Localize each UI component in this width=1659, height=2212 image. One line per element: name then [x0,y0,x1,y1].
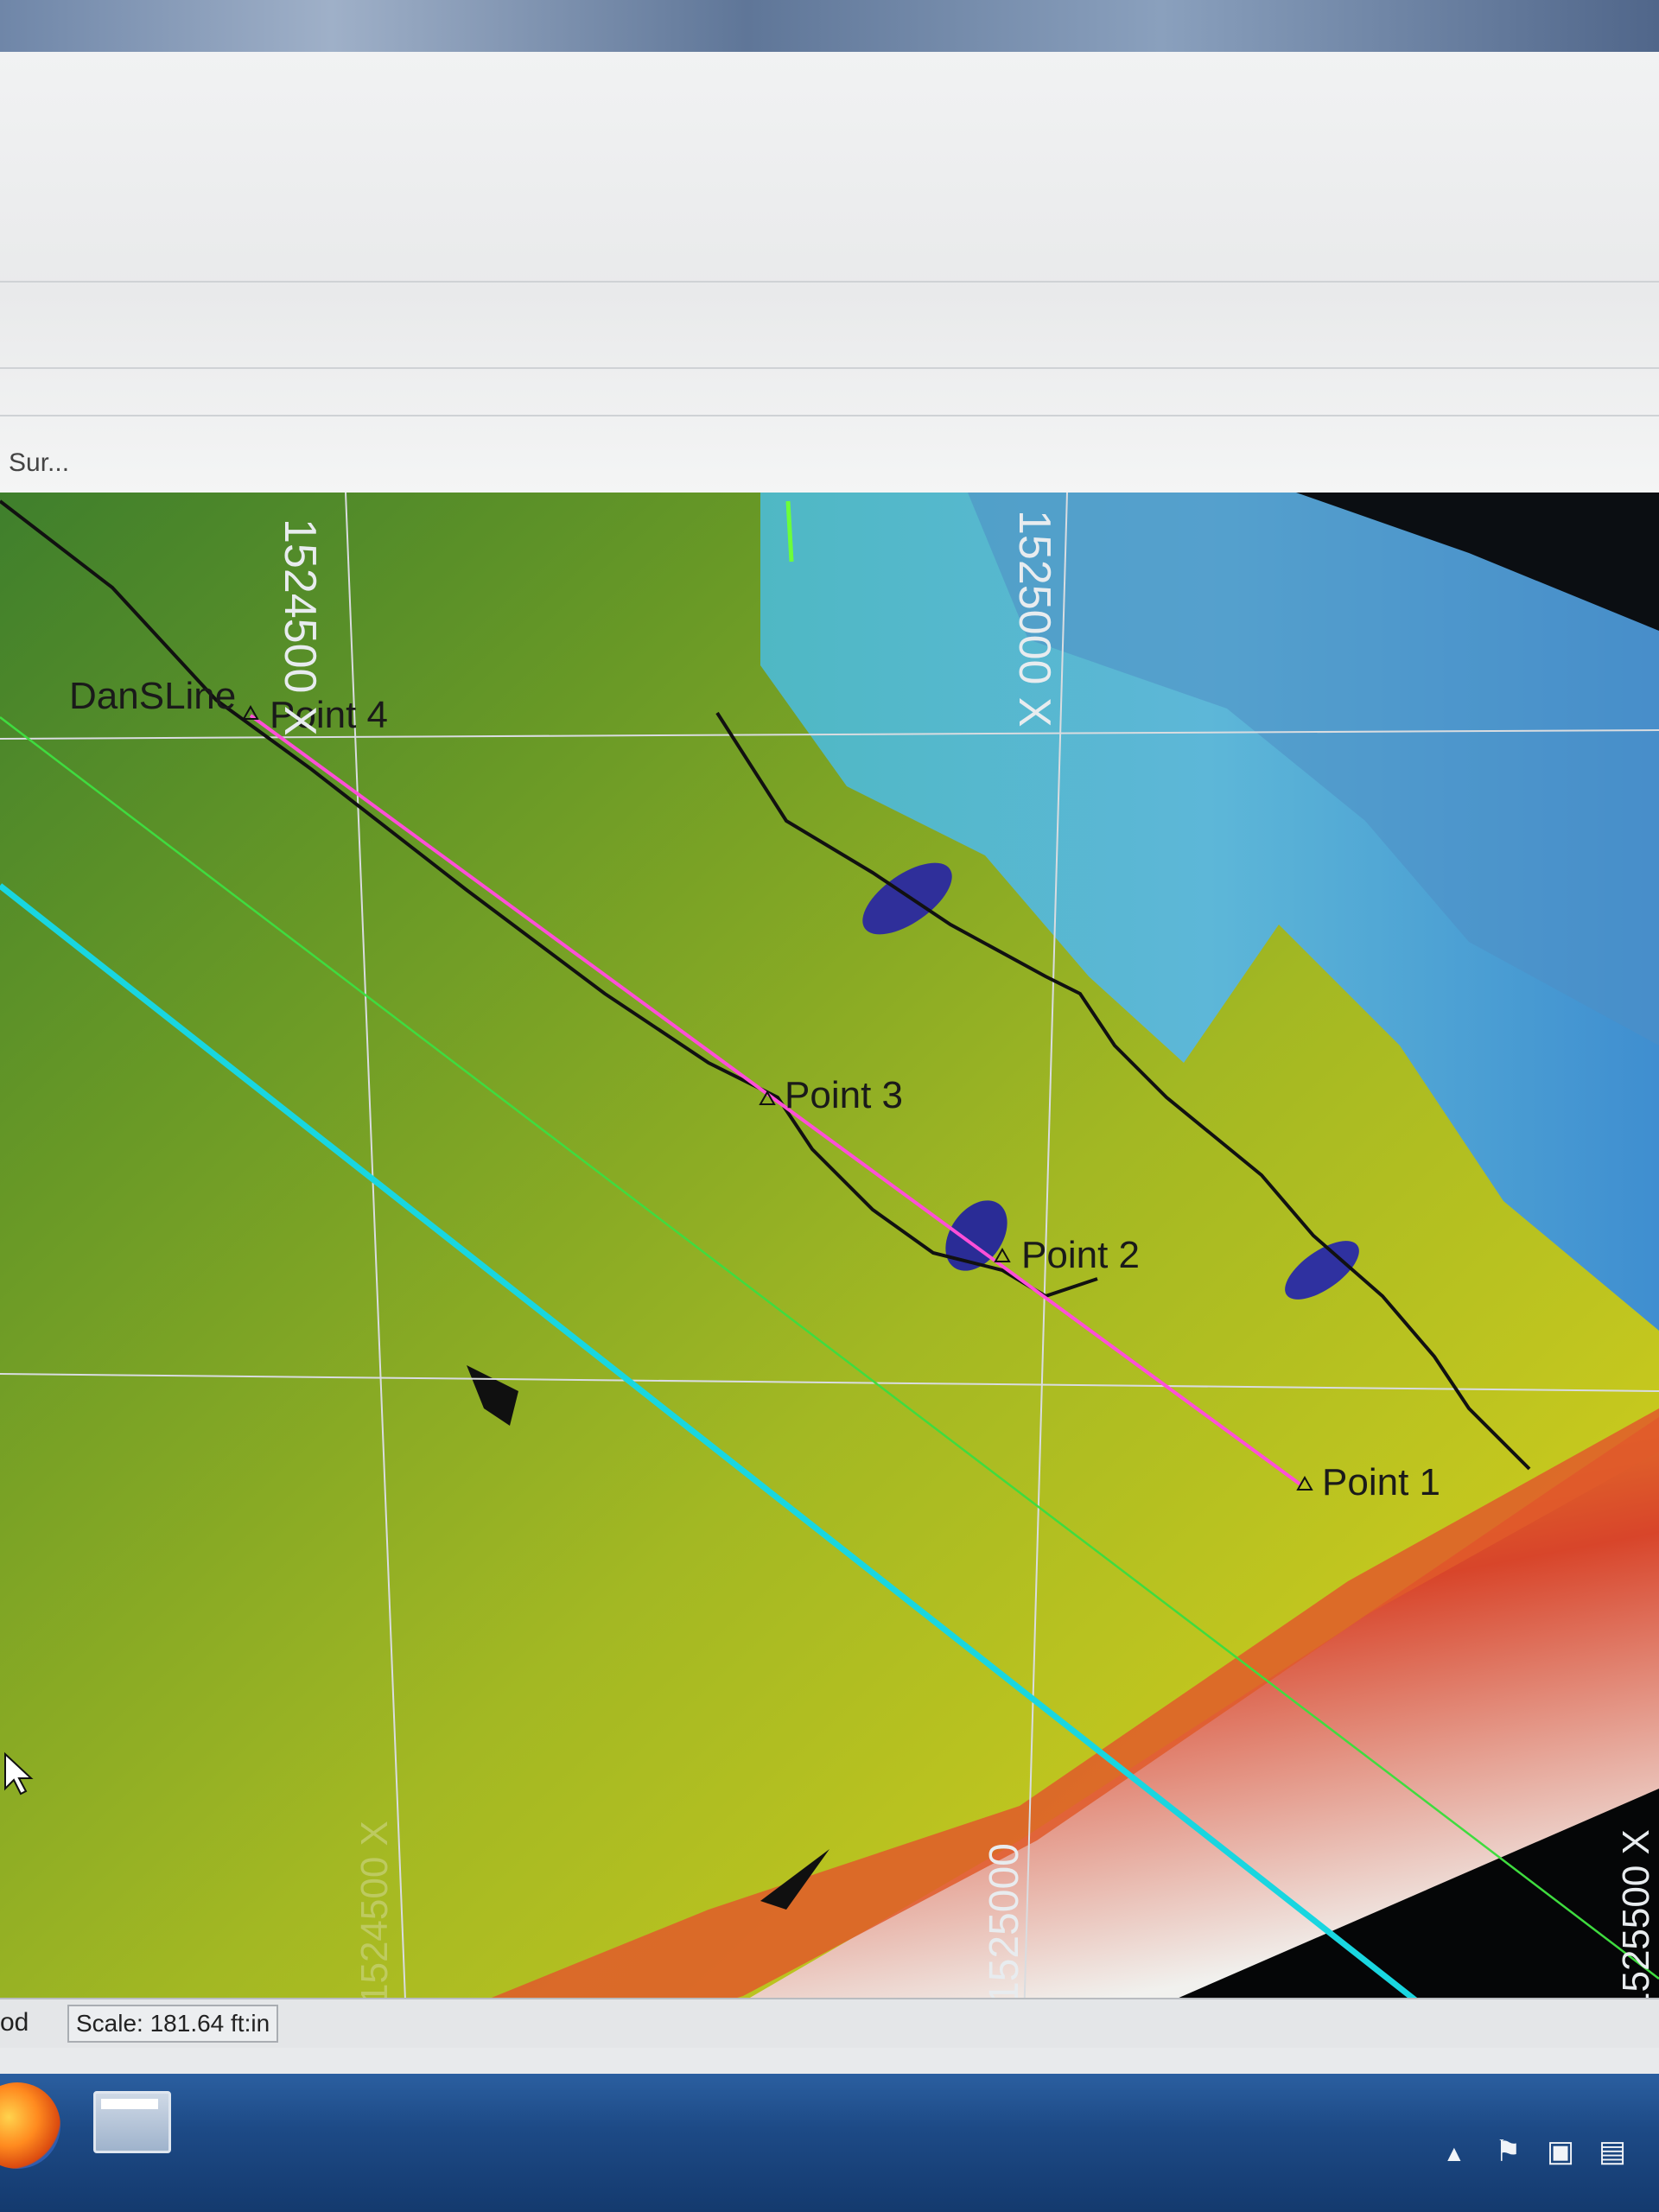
toolbar-divider [0,415,1659,416]
status-bar: od Scale: 181.64 ft:in [0,1998,1659,2048]
app-window-taskbar-button[interactable] [93,2091,171,2153]
point-label: Point 3 [785,1074,903,1116]
grid-coordinate-label: 1524500 X [275,518,325,736]
flag-icon[interactable]: ⚑ [1495,2134,1521,2169]
toolbar-divider [0,281,1659,283]
grid-coordinate-label: 1524500 X [353,1821,396,2005]
system-tray: ▲ ⚑ ▣ ▤ [1434,2134,1659,2186]
document-tab[interactable]: Sur... [0,446,69,480]
network-icon[interactable]: ▤ [1599,2134,1626,2169]
application-window-header: Sur... [0,52,1659,493]
map-viewport[interactable]: DanSLine Point 4 Point 3 Point 2 Point 1… [0,493,1659,2022]
point-label: Point 1 [1322,1461,1440,1503]
point-label: Point 2 [1021,1234,1140,1276]
browser-taskbar-icon[interactable] [0,2082,60,2169]
line-name-label: DanSLine [69,675,236,717]
taskbar: ▲ ⚑ ▣ ▤ [0,2074,1659,2212]
bathymetry-map[interactable]: DanSLine Point 4 Point 3 Point 2 Point 1… [0,493,1659,2022]
status-text: od [0,2008,29,2037]
scale-readout: Scale: 181.64 ft:in [67,2005,279,2043]
up-arrow-icon[interactable]: ▲ [1443,2136,1465,2171]
grid-coordinate-label: 1525000 [982,1843,1027,2005]
toolbar-divider [0,367,1659,369]
grid-coordinate-label: 1525500 X [1615,1829,1657,2013]
grid-coordinate-label: 1525000 X [1009,510,1059,728]
device-icon[interactable]: ▣ [1547,2134,1574,2169]
